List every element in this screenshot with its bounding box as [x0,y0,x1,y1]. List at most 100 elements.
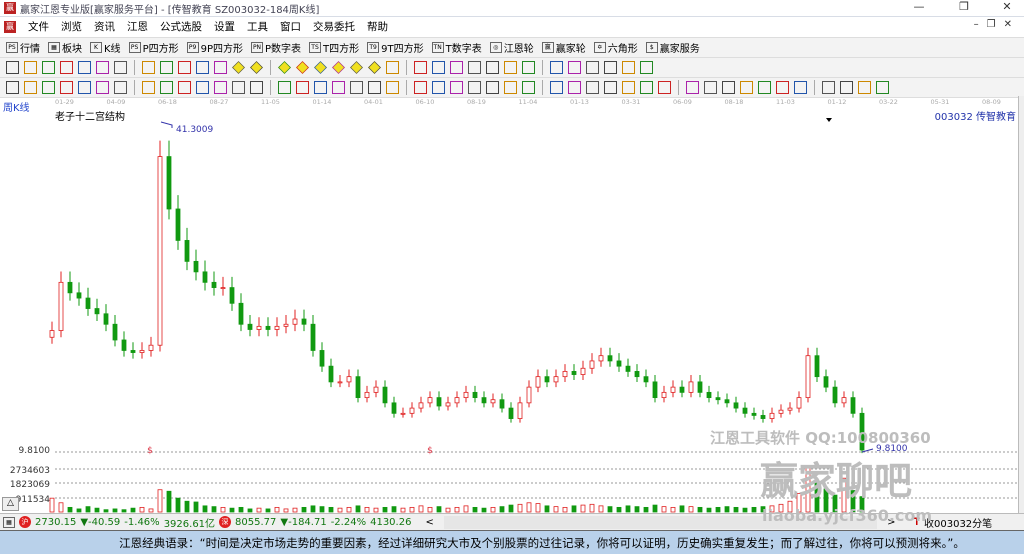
app-menu-icon[interactable]: 赢 [4,20,16,33]
tool-icon[interactable] [586,81,599,94]
tool-icon[interactable] [740,81,753,94]
tool-icon[interactable] [840,81,853,94]
tool-icon[interactable] [876,81,889,94]
toolbar-button-12[interactable]: $ 赢家服务 [645,40,700,55]
tool-icon[interactable] [332,61,345,74]
menu-2[interactable]: 资讯 [94,19,115,34]
tick-data-label[interactable]: 收003032分笔 [924,515,1024,530]
tool-icon[interactable] [858,81,871,94]
toolbar-button-1[interactable]: ▦ 板块 [48,40,82,55]
tool-icon[interactable] [386,61,399,74]
tool-icon[interactable] [468,81,481,94]
tool-icon[interactable] [758,81,771,94]
minimize-button[interactable]: — [904,0,934,16]
tool-icon[interactable] [468,61,481,74]
tool-icon[interactable] [432,61,445,74]
tool-icon[interactable] [114,61,127,74]
toolbar-button-5[interactable]: PN P数字表 [251,40,301,55]
tool-icon[interactable] [776,81,789,94]
tool-icon[interactable] [42,61,55,74]
tool-icon[interactable] [640,61,653,74]
menu-0[interactable]: 文件 [28,19,49,34]
tool-icon[interactable] [332,81,345,94]
toolbar-button-3[interactable]: PS P四方形 [128,40,179,55]
tool-icon[interactable] [142,61,155,74]
tool-icon[interactable] [386,81,399,94]
dropdown-arrow-icon[interactable] [826,118,832,122]
tool-icon[interactable] [78,61,91,74]
period-label[interactable]: 周K线 [3,99,30,114]
tool-icon[interactable] [414,81,427,94]
menu-3[interactable]: 江恩 [127,19,148,34]
tool-icon[interactable] [314,81,327,94]
tool-icon[interactable] [6,81,19,94]
tool-icon[interactable] [586,61,599,74]
tool-icon[interactable] [368,81,381,94]
tool-icon[interactable] [60,81,73,94]
tool-icon[interactable] [550,61,563,74]
toolbar-button-2[interactable]: K K线 [90,40,121,55]
tool-icon[interactable] [486,81,499,94]
kline-chart[interactable]: 9.8100 2734603 1823069 911534 $ $41.3009 9.810… [0,106,1018,514]
tool-icon[interactable] [368,61,381,74]
tool-icon[interactable] [60,61,73,74]
tool-icon[interactable] [350,81,363,94]
tool-icon[interactable] [704,81,717,94]
tool-icon[interactable] [486,61,499,74]
tool-icon[interactable] [450,61,463,74]
tool-icon[interactable] [568,61,581,74]
toolbar-button-10[interactable]: 赢赢家轮 [541,40,586,55]
tool-icon[interactable] [24,81,37,94]
toolbar-button-9[interactable]: ◎ 江恩轮 [489,40,534,55]
tool-icon[interactable] [450,81,463,94]
tool-icon[interactable] [350,61,363,74]
menu-1[interactable]: 浏览 [61,19,82,34]
tool-icon[interactable] [640,81,653,94]
menu-7[interactable]: 窗口 [280,19,301,34]
tool-icon[interactable] [278,61,291,74]
horizontal-scrollbar[interactable] [443,515,878,529]
tool-icon[interactable] [78,81,91,94]
scroll-left-button[interactable]: < [425,517,433,528]
toolbar-button-11[interactable]: ✡ 六角形 [593,40,638,55]
tool-icon[interactable] [622,61,635,74]
toolbar-button-4[interactable]: P9 9P四方形 [186,40,243,55]
tool-icon[interactable] [794,81,807,94]
tool-icon[interactable] [114,81,127,94]
tool-icon[interactable] [622,81,635,94]
menu-5[interactable]: 设置 [214,19,235,34]
tool-icon[interactable] [96,81,109,94]
tool-icon[interactable] [160,61,173,74]
close-button[interactable]: ✕ [992,0,1022,16]
mdi-controls[interactable]: –❐✕ [974,19,1020,30]
tool-icon[interactable] [296,61,309,74]
toolbar-button-0[interactable]: PS 行情 [6,40,40,55]
tool-icon[interactable] [42,81,55,94]
collapse-panel-button[interactable]: △ [2,497,19,511]
tool-icon[interactable] [550,81,563,94]
tool-icon[interactable] [296,81,309,94]
tool-icon[interactable] [504,61,517,74]
tool-icon[interactable] [432,81,445,94]
tool-icon[interactable] [604,61,617,74]
tool-icon[interactable] [214,61,227,74]
menu-8[interactable]: 交易委托 [313,19,355,34]
tool-icon[interactable] [568,81,581,94]
tool-icon[interactable] [142,81,155,94]
calculator-icon[interactable]: ▦ [3,516,15,528]
tool-icon[interactable] [96,61,109,74]
toolbar-button-7[interactable]: T9 9T四方形 [367,40,424,55]
tool-icon[interactable] [6,61,19,74]
tool-icon[interactable] [178,61,191,74]
tool-icon[interactable] [604,81,617,94]
scroll-right-button[interactable]: > [887,517,895,528]
tool-icon[interactable] [24,61,37,74]
restore-button[interactable]: ❐ [949,0,979,16]
menu-6[interactable]: 工具 [247,19,268,34]
tool-icon[interactable] [522,61,535,74]
menu-4[interactable]: 公式选股 [160,19,202,34]
tool-icon[interactable] [822,81,835,94]
tool-icon[interactable] [522,81,535,94]
toolbar-button-6[interactable]: TS T四方形 [309,40,359,55]
vertical-scrollbar[interactable] [1018,96,1024,514]
